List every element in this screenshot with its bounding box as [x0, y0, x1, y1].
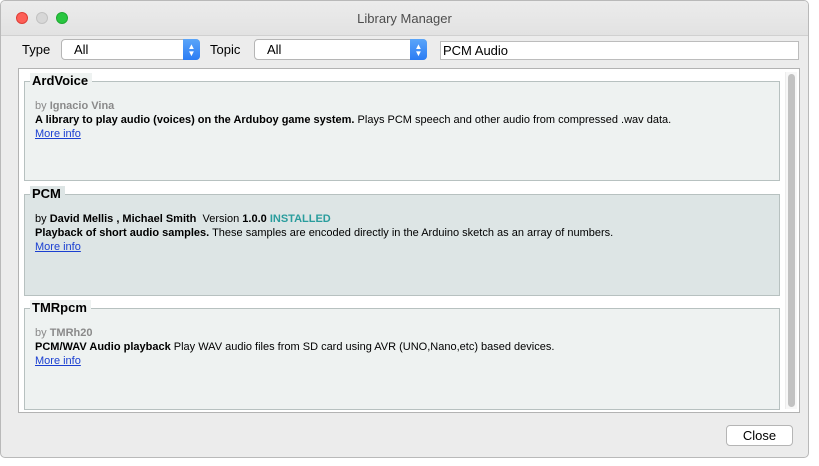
topic-select[interactable]: All ▲ ▼	[254, 39, 427, 60]
type-select[interactable]: All ▲ ▼	[61, 39, 200, 60]
vertical-scrollbar[interactable]	[785, 72, 797, 409]
installed-badge: INSTALLED	[269, 213, 331, 225]
close-button[interactable]: Close	[726, 425, 793, 446]
select-arrows-icon: ▲ ▼	[183, 39, 200, 60]
library-summary: PCM/WAV Audio playback	[35, 341, 171, 353]
library-description: These samples are encoded directly in th…	[209, 227, 614, 239]
more-info-link[interactable]: More info	[35, 355, 81, 367]
scrollbar-thumb[interactable]	[788, 74, 795, 407]
library-summary: A library to play audio (voices) on the …	[35, 114, 355, 126]
library-summary: Playback of short audio samples.	[35, 227, 210, 239]
library-name: PCM	[30, 186, 65, 201]
by-label: by	[35, 100, 47, 112]
library-version: 1.0.0	[242, 213, 267, 225]
library-name: ArdVoice	[30, 73, 93, 88]
more-info-link[interactable]: More info	[35, 241, 81, 253]
more-info-link[interactable]: More info	[35, 128, 81, 140]
library-list: ArdVoice by Ignacio Vina A library to pl…	[18, 68, 800, 413]
library-entry-ardvoice[interactable]: ArdVoice by Ignacio Vina A library to pl…	[24, 73, 780, 181]
library-entry-tmrpcm[interactable]: TMRpcm by TMRh20 PCM/WAV Audio playback …	[24, 300, 780, 410]
library-manager-window: Library Manager Type All ▲ ▼ Topic All ▲ ▼…	[0, 0, 809, 458]
library-name: TMRpcm	[30, 300, 91, 315]
window-title: Library Manager	[357, 11, 452, 26]
library-description: Play WAV audio files from SD card using …	[170, 341, 555, 353]
library-description: Plays PCM speech and other audio from co…	[354, 114, 672, 126]
version-label: Version	[202, 213, 240, 225]
search-input[interactable]	[440, 41, 799, 60]
type-select-value: All	[74, 42, 89, 57]
type-label: Type	[22, 42, 51, 57]
title-bar: Library Manager	[1, 1, 808, 36]
library-author: TMRh20	[49, 327, 93, 339]
by-label: by	[35, 213, 47, 225]
library-entry-pcm[interactable]: PCM by David Mellis , Michael Smith Vers…	[24, 186, 780, 296]
library-author: David Mellis , Michael Smith	[49, 213, 197, 225]
select-arrows-icon: ▲ ▼	[410, 39, 427, 60]
topic-select-value: All	[267, 42, 282, 57]
library-author: Ignacio Vina	[49, 100, 115, 112]
by-label: by	[35, 327, 47, 339]
topic-label: Topic	[210, 42, 241, 57]
